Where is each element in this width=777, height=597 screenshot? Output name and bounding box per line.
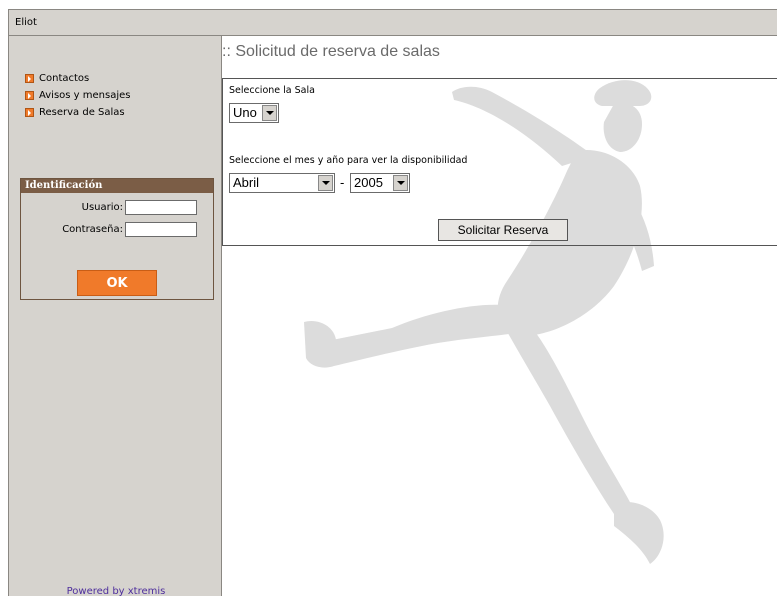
page-title: :: Solicitud de reserva de salas <box>222 43 440 60</box>
password-row: Contraseña: <box>62 222 197 237</box>
menu-item-reserva[interactable]: Reserva de Salas <box>25 104 130 121</box>
menu-item-label: Contactos <box>39 73 90 84</box>
chevron-down-icon <box>393 175 408 191</box>
reservation-form: Seleccione la Sala Uno Seleccione el mes… <box>222 78 777 246</box>
login-panel: Identificación Usuario: Contraseña: OK <box>20 178 214 300</box>
room-select[interactable]: Uno <box>229 103 279 123</box>
room-label: Seleccione la Sala <box>229 85 315 96</box>
login-header: Identificación <box>21 179 213 193</box>
sidebar-menu: Contactos Avisos y mensajes Reserva de S… <box>25 70 130 121</box>
main-content: :: Solicitud de reserva de salas Selecci… <box>222 36 777 596</box>
user-row: Usuario: <box>82 200 197 215</box>
arrow-bullet-icon <box>25 108 34 117</box>
year-select-value: 2005 <box>354 175 383 190</box>
period-label: Seleccione el mes y año para ver la disp… <box>229 155 468 166</box>
user-input[interactable] <box>125 200 197 215</box>
month-select[interactable]: Abril <box>229 173 335 193</box>
menu-item-avisos[interactable]: Avisos y mensajes <box>25 87 130 104</box>
password-label: Contraseña: <box>62 224 123 235</box>
password-input[interactable] <box>125 222 197 237</box>
chevron-down-icon <box>318 175 333 191</box>
room-select-value: Uno <box>233 105 257 120</box>
app-title: Eliot <box>15 17 37 28</box>
arrow-bullet-icon <box>25 91 34 100</box>
menu-item-label: Avisos y mensajes <box>39 90 131 101</box>
user-label: Usuario: <box>81 202 123 213</box>
date-separator: - <box>340 175 345 190</box>
chevron-down-icon <box>262 105 277 121</box>
month-select-value: Abril <box>233 175 260 190</box>
sidebar: Contactos Avisos y mensajes Reserva de S… <box>8 36 223 597</box>
year-select[interactable]: 2005 <box>350 173 410 193</box>
ok-button[interactable]: OK <box>77 270 157 296</box>
arrow-bullet-icon <box>25 74 34 83</box>
powered-by-link[interactable]: Powered by xtremis <box>9 586 223 597</box>
request-reservation-button[interactable]: Solicitar Reserva <box>438 219 568 241</box>
menu-item-label: Reserva de Salas <box>39 107 125 118</box>
menu-item-contactos[interactable]: Contactos <box>25 70 130 87</box>
top-bar: Eliot <box>8 9 777 36</box>
